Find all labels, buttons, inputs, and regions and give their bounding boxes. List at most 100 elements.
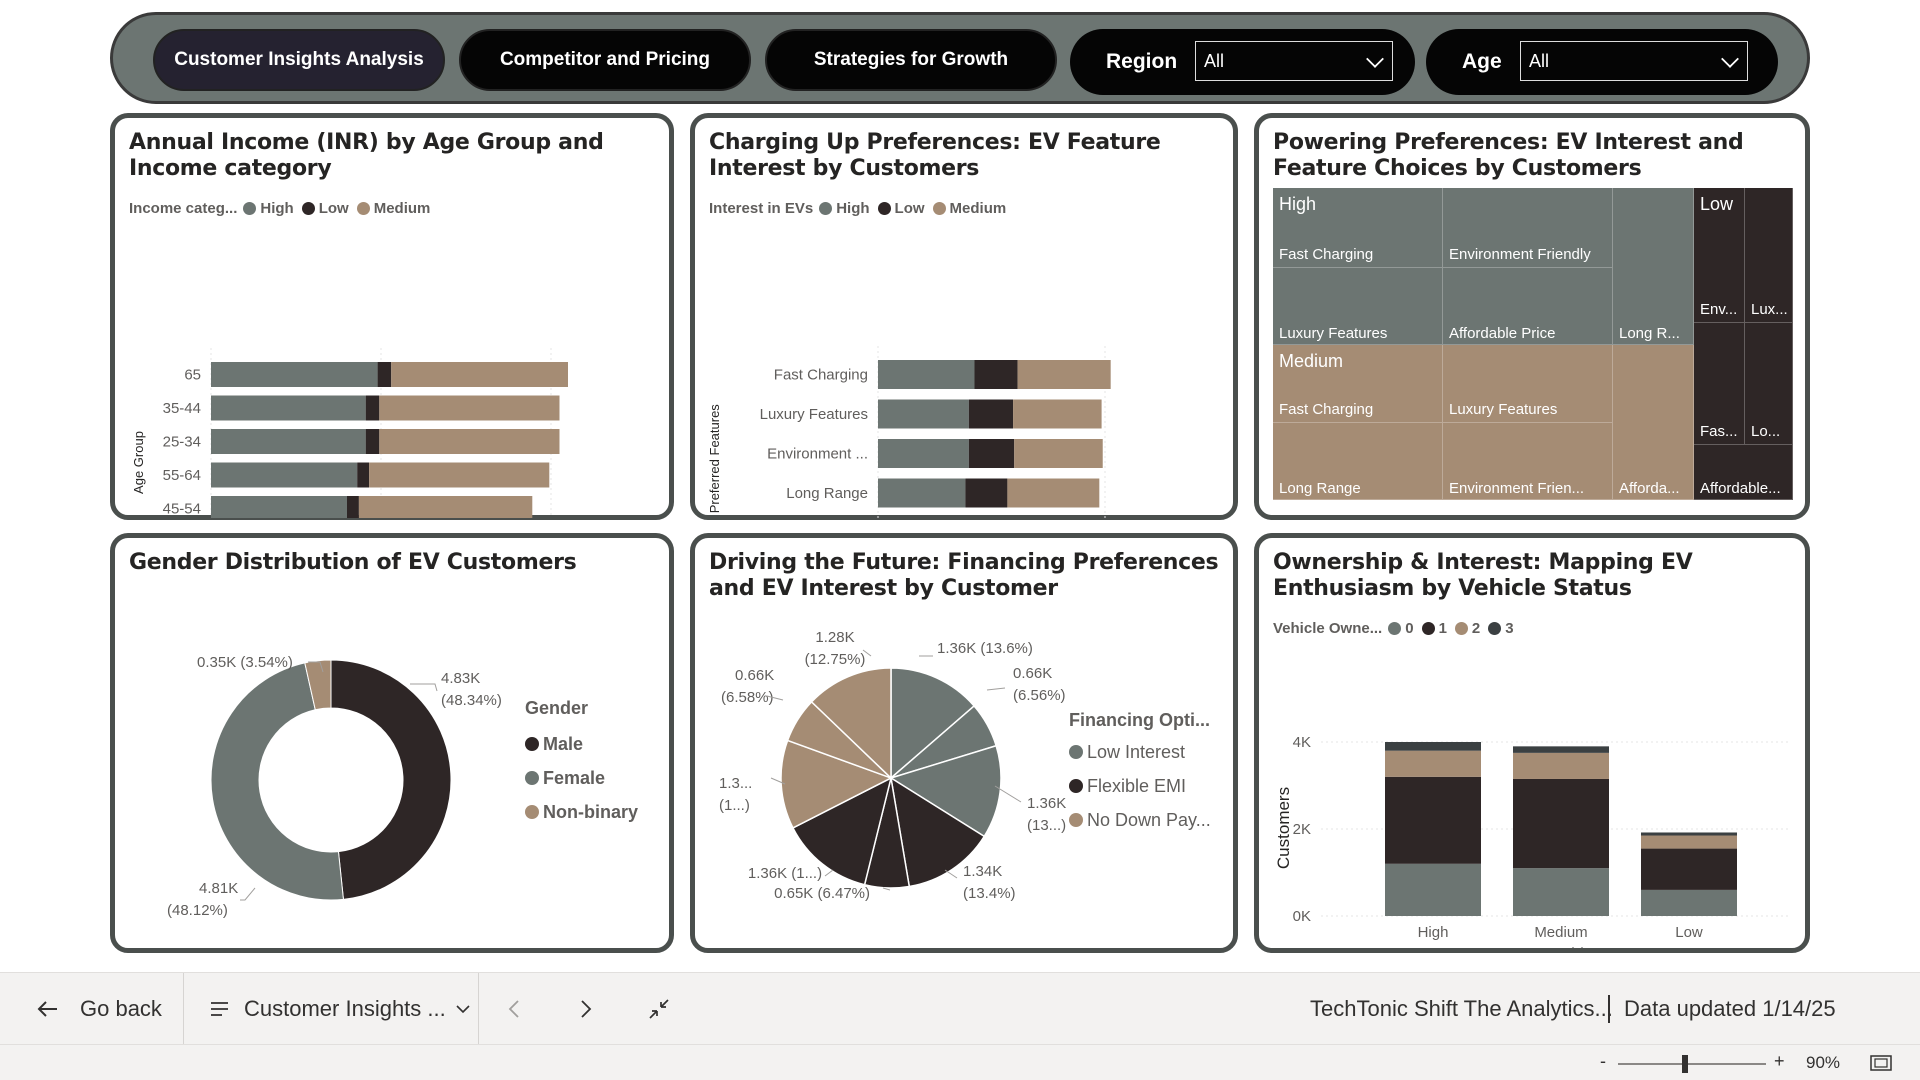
treemap-cell[interactable]: Afforda...: [1613, 345, 1694, 500]
bar-segment: [968, 439, 1015, 468]
y-tick-label: Fast Charging: [774, 367, 868, 384]
bar-segment: [1513, 778, 1609, 869]
legend-item-male[interactable]: Male: [525, 727, 638, 761]
treemap-cell[interactable]: Environment Frien...: [1443, 423, 1613, 500]
treemap-title: Powering Preferences: EV Interest and Fe…: [1273, 130, 1744, 181]
leader-line: [410, 683, 438, 692]
income-chart-title: Annual Income (INR) by Age Group and Inc…: [129, 130, 604, 181]
nav-competitor-pricing-button[interactable]: Competitor and Pricing: [459, 29, 751, 91]
treemap-cell[interactable]: Medium Fast Charging: [1273, 345, 1443, 423]
report-footer-bar: Go back Customer Insights ... TechTonic …: [0, 972, 1920, 1045]
data-updated-label: Data updated 1/14/25: [1624, 996, 1836, 1021]
bar-segment: [379, 429, 560, 454]
treemap: High Fast Charging Environment Friendly L…: [1273, 188, 1793, 500]
treemap-cell[interactable]: Fas...: [1694, 323, 1745, 445]
legend-item-high[interactable]: High: [243, 200, 294, 217]
ownership-card[interactable]: Ownership & Interest: Mapping EV Enthusi…: [1254, 533, 1810, 953]
legend-item-1[interactable]: 1: [1421, 620, 1447, 637]
report-canvas: Customer Insights Analysis Competitor an…: [0, 0, 1920, 972]
data-label: 1.3...: [719, 775, 752, 792]
legend-item-medium[interactable]: Medium: [356, 200, 430, 217]
gender-title: Gender Distribution of EV Customers: [129, 550, 577, 575]
bar-segment: [365, 395, 380, 421]
feature-interest-card[interactable]: Charging Up Preferences: EV Feature Inte…: [690, 113, 1238, 520]
treemap-cell[interactable]: Lux...: [1745, 188, 1793, 323]
legend-item-medium[interactable]: Medium: [932, 200, 1006, 217]
financing-card[interactable]: Driving the Future: Financing Preference…: [690, 533, 1238, 953]
treemap-cell[interactable]: Luxury Features: [1273, 268, 1443, 345]
bar-segment: [347, 496, 359, 518]
leader-line: [986, 687, 1006, 691]
legend-item-3[interactable]: 3: [1488, 620, 1514, 637]
legend-item-0[interactable]: 0: [1388, 620, 1414, 637]
nav-bar: Customer Insights Analysis Competitor an…: [110, 12, 1810, 104]
previous-page-button[interactable]: [508, 973, 520, 1045]
zoom-in-button[interactable]: +: [1774, 1051, 1785, 1072]
treemap-cell[interactable]: Affordable...: [1694, 445, 1793, 500]
chevron-down-icon: [1721, 50, 1739, 68]
zoom-slider[interactable]: [1618, 1063, 1766, 1065]
fit-to-page-icon[interactable]: [1870, 1055, 1892, 1071]
nav-strategies-button[interactable]: Strategies for Growth: [765, 29, 1057, 91]
status-bar: - + 90%: [0, 1044, 1920, 1080]
legend-item-low[interactable]: Low: [877, 200, 925, 217]
bar-segment: [1017, 360, 1111, 389]
income-chart-card[interactable]: Annual Income (INR) by Age Group and Inc…: [110, 113, 674, 520]
treemap-cell[interactable]: Environment Friendly: [1443, 188, 1613, 268]
zoom-slider-thumb[interactable]: [1682, 1055, 1688, 1073]
gender-card[interactable]: Gender Distribution of EV Customers 4.83…: [110, 533, 674, 953]
region-dropdown[interactable]: All: [1195, 41, 1393, 81]
legend-item-nonbinary[interactable]: Non-binary: [525, 795, 638, 829]
legend-item-high[interactable]: High: [819, 200, 870, 217]
data-label: (6.58%): [721, 689, 774, 706]
chevron-left-icon: [508, 1000, 519, 1018]
legend-title: Interest in EVs: [709, 200, 814, 217]
treemap-cell[interactable]: Lo...: [1745, 323, 1793, 445]
legend-title: Gender: [525, 698, 589, 718]
data-label: (48.34%): [441, 692, 502, 709]
data-label: (48.12%): [167, 902, 228, 919]
treemap-cell[interactable]: Long R...: [1613, 188, 1694, 345]
page-navigator-dropdown[interactable]: Customer Insights ...: [210, 973, 470, 1045]
ownership-column-chart: 0K 2K 4K High Medium Low Interested in EV Custo…: [1274, 734, 1789, 948]
bar-segment: [1641, 848, 1737, 890]
treemap-cell[interactable]: Low Env...: [1694, 188, 1745, 323]
bar-segment: [1385, 750, 1481, 777]
chevron-down-icon: [456, 1005, 470, 1014]
treemap-card[interactable]: Powering Preferences: EV Interest and Fe…: [1254, 113, 1810, 520]
zoom-level: 90%: [1806, 1053, 1841, 1072]
bar-segment: [1641, 832, 1737, 836]
donut-slice: [330, 659, 452, 900]
legend-item-low[interactable]: Low: [301, 200, 349, 217]
fullscreen-toggle-button[interactable]: [648, 973, 670, 1045]
y-tick-label: 35-44: [163, 400, 201, 417]
data-label: (1...): [719, 797, 750, 814]
treemap-cell[interactable]: Long Range: [1273, 423, 1443, 500]
data-label: (6.56%): [1013, 687, 1066, 704]
age-dropdown[interactable]: All: [1520, 41, 1748, 81]
legend-item-low-interest[interactable]: Low Interest: [1069, 735, 1211, 769]
feature-interest-legend: Interest in EVs High Low Medium: [709, 200, 1014, 217]
data-label: 0.65K (6.47%): [774, 885, 870, 902]
bar-segment: [1385, 863, 1481, 916]
page-name-label: Customer Insights ...: [244, 996, 446, 1021]
go-back-button[interactable]: Go back: [36, 973, 162, 1045]
data-label: 1.34K: [963, 863, 1002, 880]
y-axis-title: Customers: [1274, 787, 1293, 869]
y-axis-title: Age Group: [131, 431, 146, 494]
legend-item-2[interactable]: 2: [1454, 620, 1480, 637]
legend-item-female[interactable]: Female: [525, 761, 638, 795]
legend-item-flexible-emi[interactable]: Flexible EMI: [1069, 769, 1211, 803]
treemap-cell[interactable]: Affordable Price: [1443, 268, 1613, 345]
go-back-label: Go back: [80, 996, 162, 1021]
nav-customer-insights-button[interactable]: Customer Insights Analysis: [153, 29, 445, 91]
legend-item-no-down-payment[interactable]: No Down Pay...: [1069, 803, 1211, 837]
zoom-out-button[interactable]: -: [1600, 1051, 1606, 1072]
next-page-button[interactable]: [580, 973, 592, 1045]
income-bar-chart: 0bn1bn2bn6535-4425-3455-6445-5418-24Sum …: [131, 348, 568, 518]
bar-segment: [377, 362, 392, 387]
treemap-cell[interactable]: High Fast Charging: [1273, 188, 1443, 268]
treemap-cell[interactable]: Luxury Features: [1443, 345, 1613, 423]
leader-line: [824, 869, 834, 877]
y-tick-label: 2K: [1293, 821, 1311, 838]
